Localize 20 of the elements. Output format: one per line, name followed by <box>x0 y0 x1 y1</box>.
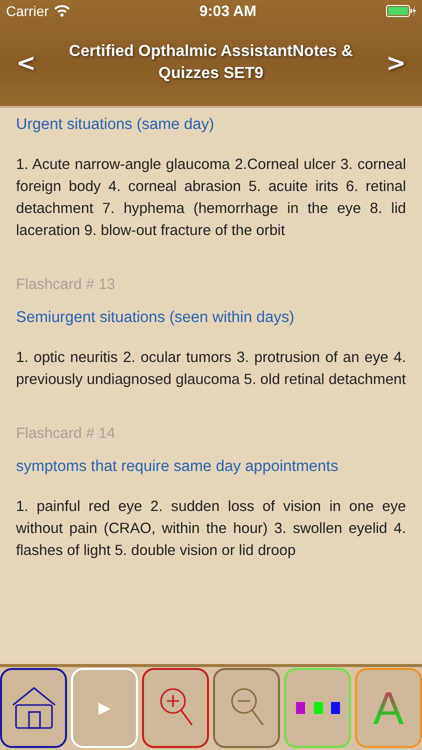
flashcard-number: Flashcard # 13 <box>16 276 116 293</box>
zoom-out-button[interactable] <box>213 668 280 748</box>
flashcard-answer: 1. Acute narrow-angle glaucoma 2.Corneal ulcer 3. corneal foreign body 4. corneal abrasion 5. acuite irits 6. retinal detachment 7. hyphema (hemorrhage in the eye 8. lid laceration 9. blow-out fracture of the orbit <box>16 156 406 241</box>
color-button[interactable] <box>284 668 351 748</box>
zoom-in-button[interactable] <box>142 668 209 748</box>
flashcard-answer: 1. optic neuritis 2. ocular tumors 3. protrusion of an eye 4. previously undiagnosed glaucoma 5. old retinal detachment <box>16 349 406 390</box>
flashcard-question: Urgent situations (same day) <box>16 116 216 134</box>
clock-time: 9:03 AM <box>199 2 256 20</box>
home-button[interactable] <box>0 668 67 748</box>
color-squares-icon <box>296 702 340 714</box>
flashcard-question: symptoms that require same day appointments <box>16 458 340 476</box>
page-title: Certified Opthalmic AssistantNotes & Quizzes SET9 <box>68 42 354 84</box>
battery-icon <box>386 5 416 17</box>
next-button[interactable]: > <box>370 49 422 77</box>
flashcard-answer: 1. painful red eye 2. sudden loss of vision in one eye without pain (CRAO, within the hour) 3. swollen eyelid 4. flashes of light 5. double vision or lid droop <box>16 498 406 561</box>
carrier-label: Carrier <box>6 3 49 19</box>
previous-button[interactable]: < <box>0 49 52 77</box>
flashcard-number: Flashcard # 14 <box>16 425 116 442</box>
flashcard-question: Semiurgent situations (seen within days) <box>16 309 296 327</box>
wifi-icon <box>54 5 70 17</box>
